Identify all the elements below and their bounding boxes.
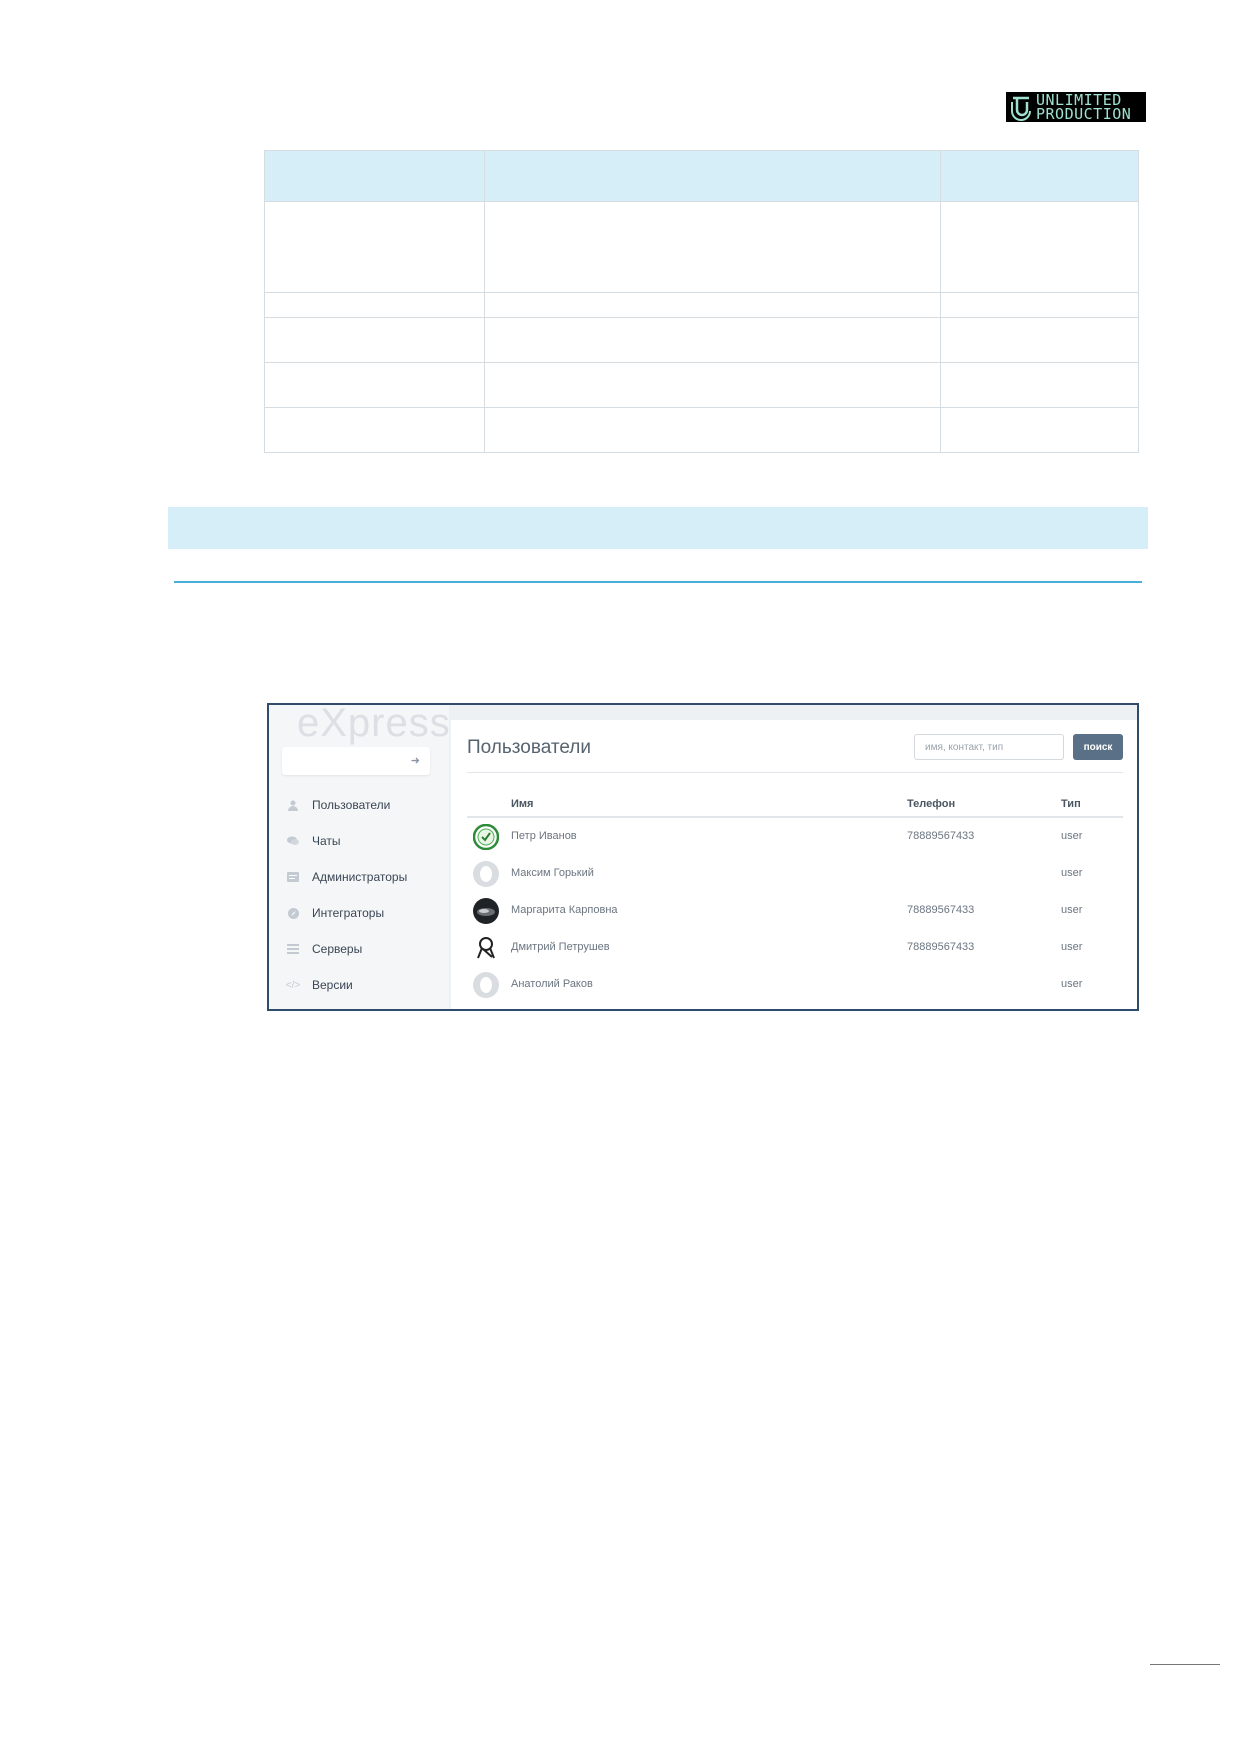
user-type: user [1061,941,1083,953]
code-icon: </> [285,979,301,991]
sidebar-user-box: ➜ [282,747,430,775]
sidebar-item-versions[interactable]: </> Версии [269,967,449,1003]
sidebar-item-label: Пользователи [312,798,391,812]
company-logo: UNLIMITED PRODUCTION [1006,92,1146,122]
user-phone: 78889567433 [907,904,975,916]
sidebar-item-label: Версии [312,978,353,992]
sidebar: eXpress ➜ Пользователи Чаты Администрато… [269,703,451,1009]
user-icon [287,799,299,811]
sidebar-item-servers[interactable]: Серверы [269,931,449,967]
ribbon-avatar [473,935,499,961]
column-header-name[interactable]: Имя [511,798,533,810]
search-input[interactable] [914,734,1064,760]
document-table [264,150,1139,453]
user-name[interactable]: Маргарита Карповна [511,904,618,916]
user-name[interactable]: Максим Горький [511,867,594,879]
user-type: user [1061,978,1083,990]
table-header-cell [940,150,1139,202]
main-panel: Пользователи поиск Имя Телефон Тип Петр … [451,720,1137,1009]
section-header-bar [168,507,1148,549]
table-row [264,407,1139,453]
table-row [264,362,1139,408]
column-header-type[interactable]: Тип [1061,798,1081,810]
sidebar-item-integrators[interactable]: Интеграторы [269,895,449,931]
page-title: Пользователи [467,737,592,758]
footer-rule [1150,1664,1220,1665]
logo-mark-icon [1006,92,1036,122]
green-check-avatar [472,823,500,851]
table-row [264,317,1139,363]
table-row [264,201,1139,293]
title-divider [467,772,1123,773]
logo-text: UNLIMITED PRODUCTION [1036,91,1132,123]
user-name[interactable]: Дмитрий Петрушев [511,941,610,953]
logout-icon[interactable]: ➜ [411,754,420,767]
sidebar-item-users[interactable]: Пользователи [269,787,449,823]
sidebar-item-label: Серверы [312,942,363,956]
app-screenshot-frame: eXpress ➜ Пользователи Чаты Администрато… [267,703,1139,1011]
sidebar-item-label: Интеграторы [312,906,385,920]
user-phone: 78889567433 [907,830,975,842]
table-row[interactable]: Анатолий Раков user [467,966,1123,1003]
table-header-cell [264,150,485,202]
user-name[interactable]: Анатолий Раков [511,978,593,990]
search-button[interactable]: поиск [1073,734,1123,760]
sidebar-item-label: Чаты [312,834,341,848]
user-name[interactable]: Петр Иванов [511,830,577,842]
server-list-icon [287,943,299,955]
table-header-cell [484,150,941,202]
sidebar-nav: Пользователи Чаты Администраторы Интегра… [269,787,449,1003]
column-header-phone[interactable]: Телефон [907,798,955,810]
sidebar-item-chats[interactable]: Чаты [269,823,449,859]
section-divider [174,581,1142,583]
brand-logo: eXpress [297,703,451,745]
chat-icon [287,835,299,847]
photo-avatar [473,898,499,924]
admin-card-icon [287,871,299,883]
user-type: user [1061,830,1083,842]
table-row [264,292,1139,318]
default-avatar [473,861,499,887]
table-row[interactable]: Маргарита Карповна 78889567433 user [467,892,1123,929]
table-header-row [264,150,1139,202]
default-avatar [473,972,499,998]
table-row[interactable]: Петр Иванов 78889567433 user [467,818,1123,855]
table-row[interactable]: Максим Горький user [467,855,1123,892]
user-phone: 78889567433 [907,941,975,953]
sidebar-item-admins[interactable]: Администраторы [269,859,449,895]
compass-icon [287,907,299,919]
user-type: user [1061,904,1083,916]
user-type: user [1061,867,1083,879]
sidebar-item-label: Администраторы [312,870,408,884]
table-row[interactable]: Дмитрий Петрушев 78889567433 user [467,929,1123,966]
